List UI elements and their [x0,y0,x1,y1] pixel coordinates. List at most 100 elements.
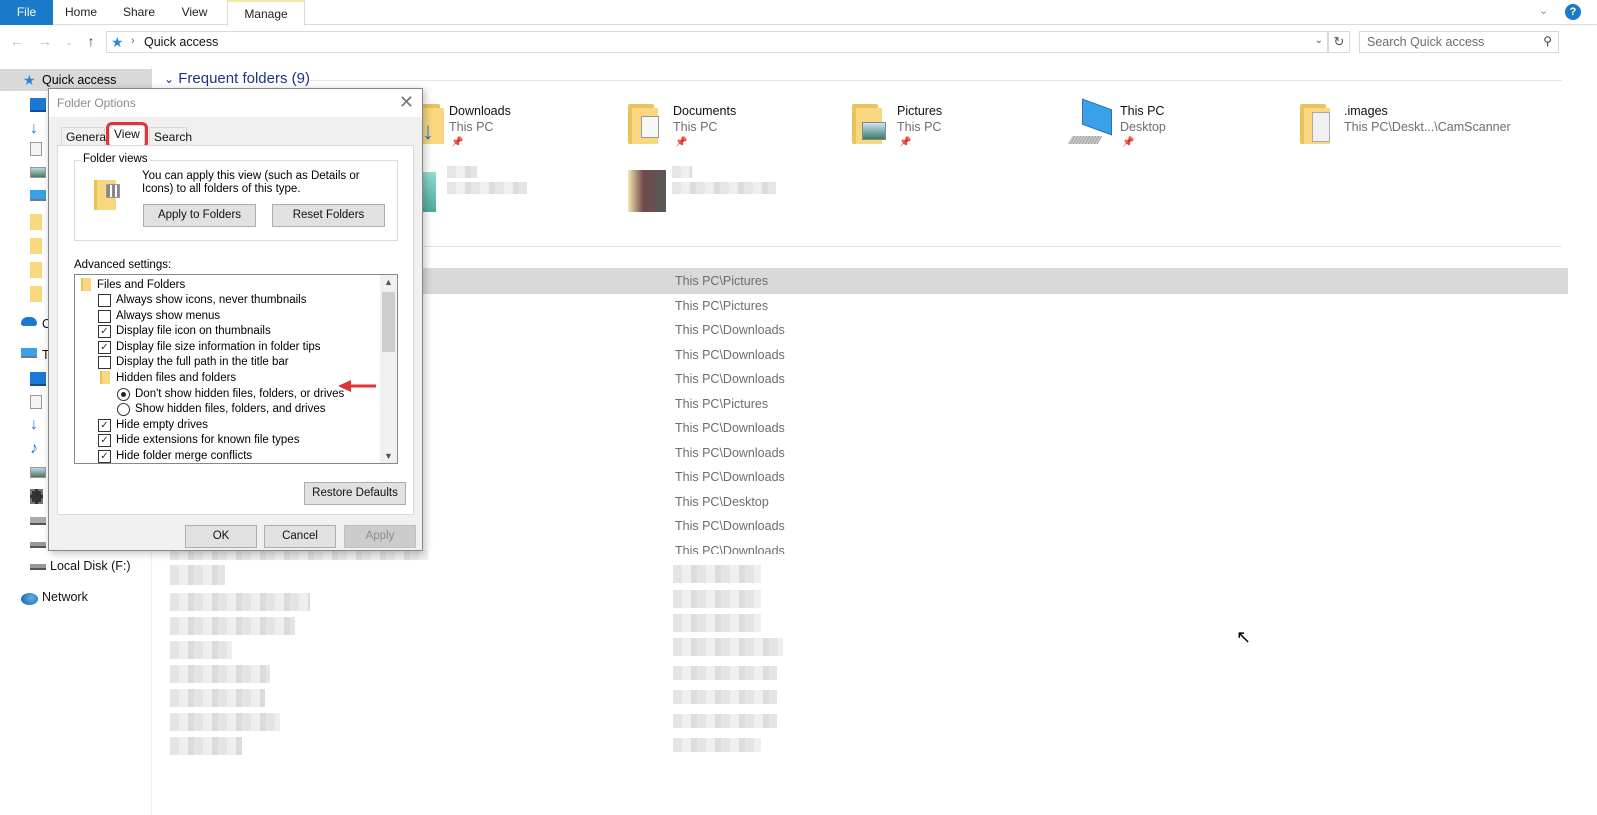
recent-file-path: This PC\Downloads [675,372,785,386]
network-icon[interactable] [21,593,38,605]
address-bar[interactable]: ★ › Quick access ⌄ [106,31,1328,53]
dialog-titlebar[interactable]: Folder Options ✕ [49,89,422,117]
dialog-title: Folder Options [57,96,136,110]
breadcrumb-separator-icon[interactable]: › [131,35,135,47]
tab-view-active[interactable]: View [106,122,148,149]
drive-icon[interactable] [30,542,46,548]
apply-to-folders-button[interactable]: Apply to Folders [143,204,256,227]
blurred-row[interactable] [170,713,280,731]
tile-name: Documents [673,104,737,118]
blurred-row[interactable] [170,689,265,707]
checkbox-checked[interactable]: ✓ [98,450,111,463]
recent-locations-chevron-icon[interactable]: ⌄ [60,37,78,48]
checkbox-checked[interactable]: ✓ [98,325,111,338]
folder-icon[interactable] [30,238,42,254]
up-arrow-icon[interactable]: ↑ [82,33,100,49]
radio-unselected[interactable] [117,403,130,416]
tile-name: Downloads [449,104,511,118]
radio-selected[interactable] [117,388,130,401]
pin-icon: 📌 [1122,137,1135,148]
advanced-settings-tree[interactable]: Files and Folders Always show icons, nev… [74,274,398,464]
onedrive-cloud-icon[interactable] [21,317,37,326]
help-icon[interactable]: ? [1565,4,1581,20]
address-dropdown-icon[interactable]: ⌄ [1315,35,1323,46]
folder-icon[interactable] [30,286,42,302]
tree-label: Always show menus [116,310,221,322]
blurred-text [447,182,527,194]
this-pc-icon[interactable] [21,348,37,358]
download-icon[interactable]: ↓ [30,416,46,433]
download-icon[interactable]: ↓ [30,120,46,137]
pictures-icon[interactable] [30,167,46,178]
breadcrumb-quick-access[interactable]: Quick access [144,35,218,49]
tab-general[interactable]: General [61,127,109,145]
chevron-down-icon[interactable]: ⌄ [164,72,174,86]
folder-icon[interactable] [30,262,42,278]
desktop-icon[interactable] [30,98,46,112]
reset-folders-button[interactable]: Reset Folders [272,204,385,227]
tab-search[interactable]: Search [149,127,192,145]
videos-icon[interactable] [30,489,43,504]
mouse-cursor-icon: ↖ [1236,627,1252,647]
scroll-up-icon[interactable]: ▲ [384,277,393,287]
tab-manage[interactable]: Manage [227,0,305,26]
sidebar-item-network[interactable]: Network [42,590,88,604]
sidebar-item-local-disk-f[interactable]: Local Disk (F:) [50,559,131,573]
search-icon[interactable]: ⚲ [1543,34,1552,48]
section-divider [420,246,1562,247]
tree-label: Don't show hidden files, folders, or dri… [135,388,345,400]
checkbox-checked[interactable]: ✓ [98,341,111,354]
checkbox-checked[interactable]: ✓ [98,419,111,432]
back-arrow-icon[interactable]: ← [8,33,26,49]
section-divider [310,80,1562,81]
blurred-row[interactable] [170,617,295,635]
checkbox-checked[interactable]: ✓ [98,434,111,447]
checkbox-unchecked[interactable] [98,310,111,323]
tree-label: Always show icons, never thumbnails [116,294,307,306]
blurred-row[interactable] [170,665,270,683]
scroll-down-icon[interactable]: ▼ [384,451,393,461]
ribbon: File Home Share View Manage ⌄ ? [0,0,1597,26]
desktop-icon[interactable] [30,372,46,386]
computer-icon[interactable] [30,190,46,201]
quick-access-star-icon: ★ [111,34,124,50]
folder-views-group: Folder views You can apply this view (su… [74,153,398,241]
tile-location: This PC [897,120,942,134]
chevron-down-icon[interactable]: ⌄ [1539,4,1553,18]
checkbox-unchecked[interactable] [98,294,111,307]
blurred-thumbnail[interactable] [422,172,436,212]
documents-folder-icon [628,104,662,144]
windows-drive-icon[interactable] [30,517,46,525]
cancel-button[interactable]: Cancel [264,525,336,548]
folder-icon [1300,104,1334,144]
search-input[interactable]: Search Quick access ⚲ [1359,31,1559,53]
selected-row-highlight[interactable] [410,268,1568,294]
folder-icon[interactable] [30,214,42,230]
forward-arrow-icon[interactable]: → [36,33,54,49]
documents-icon[interactable] [30,395,42,409]
tab-view[interactable]: View [172,0,217,25]
music-icon[interactable]: ♪ [30,440,46,457]
tab-share[interactable]: Share [114,0,164,25]
blurred-path [673,666,777,680]
pictures-icon[interactable] [30,467,46,478]
recent-file-path: This PC\Pictures [675,274,769,288]
blurred-row[interactable] [170,593,310,611]
tree-scrollbar[interactable]: ▲ ▼ [380,275,397,463]
blurred-row[interactable] [170,737,242,755]
close-icon[interactable]: ✕ [399,92,414,113]
frequent-folders-header[interactable]: ⌄ Frequent folders (9) [164,70,310,87]
blurred-row[interactable] [170,641,232,659]
ok-button[interactable]: OK [185,525,257,548]
blurred-row[interactable] [170,550,428,560]
documents-icon[interactable] [30,142,42,156]
checkbox-unchecked[interactable] [98,356,111,369]
scrollbar-thumb[interactable] [382,292,395,352]
tab-file[interactable]: File [0,0,53,25]
blurred-thumbnail[interactable] [628,170,666,212]
tab-home[interactable]: Home [56,0,106,25]
refresh-icon[interactable]: ↻ [1328,31,1350,53]
blurred-row[interactable] [170,565,225,585]
folder-views-label: Folder views [81,153,150,165]
restore-defaults-button[interactable]: Restore Defaults [304,482,406,505]
